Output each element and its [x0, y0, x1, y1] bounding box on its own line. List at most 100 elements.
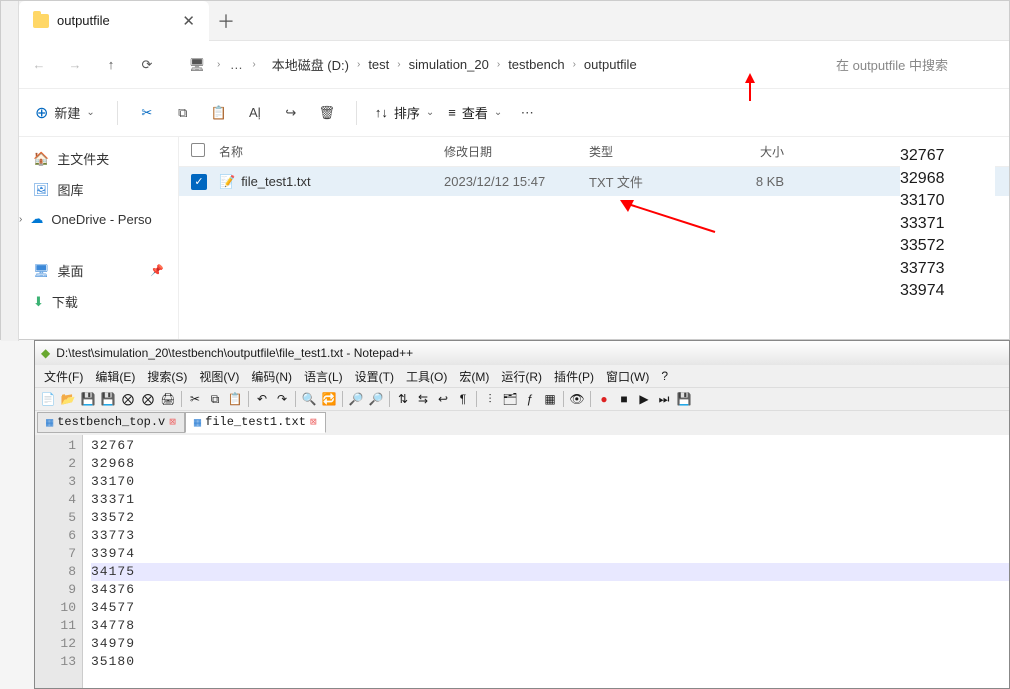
- separator: [476, 391, 477, 407]
- column-type[interactable]: 类型: [589, 143, 704, 160]
- menu-settings[interactable]: 设置(T): [350, 366, 399, 387]
- save-all-icon[interactable]: 💾: [99, 390, 117, 408]
- breadcrumb-item[interactable]: 本地磁盘 (D:): [270, 51, 351, 78]
- breadcrumb-item[interactable]: outputfile: [582, 53, 639, 76]
- copy-icon[interactable]: ⧉: [206, 390, 224, 408]
- more-options-icon[interactable]: ⋯: [510, 96, 544, 130]
- separator: [563, 391, 564, 407]
- wrap-icon[interactable]: ↩: [434, 390, 452, 408]
- monitor-icon[interactable]: 👁: [568, 390, 586, 408]
- editor-tab[interactable]: ▦ testbench_top.v ⊠: [37, 412, 185, 433]
- new-button[interactable]: ⊕ 新建 ⌄: [25, 97, 105, 129]
- select-all-checkbox[interactable]: [191, 143, 205, 157]
- code-line: 33773: [91, 527, 1009, 545]
- zoom-out-icon[interactable]: 🔎: [367, 390, 385, 408]
- menu-edit[interactable]: 编辑(E): [90, 366, 140, 387]
- menu-plugins[interactable]: 插件(P): [549, 366, 599, 387]
- column-name[interactable]: 名称: [219, 143, 444, 160]
- breadcrumb-item[interactable]: testbench: [506, 53, 566, 76]
- sync-v-icon[interactable]: ⇅: [394, 390, 412, 408]
- editor-tab-active[interactable]: ▦ file_test1.txt ⊠: [185, 412, 326, 433]
- paste-icon[interactable]: 📋: [226, 390, 244, 408]
- chevron-down-icon: ⌄: [426, 107, 434, 118]
- play-macro-icon[interactable]: ▶: [635, 390, 653, 408]
- sidebar-item-onedrive[interactable]: › ☁ OneDrive - Perso: [23, 205, 174, 233]
- cut-icon[interactable]: ✂: [130, 96, 164, 130]
- menu-help[interactable]: ?: [656, 367, 673, 385]
- column-size[interactable]: 大小: [704, 143, 784, 160]
- close-all-icon[interactable]: ⨂: [139, 390, 157, 408]
- breadcrumb-item[interactable]: test: [366, 53, 391, 76]
- separator: [248, 391, 249, 407]
- column-date[interactable]: 修改日期: [444, 143, 589, 160]
- view-button[interactable]: ≡ 查看 ⌄: [442, 103, 508, 122]
- sidebar-item-downloads[interactable]: ⬇ 下载: [23, 286, 174, 317]
- breadcrumb-item[interactable]: simulation_20: [407, 53, 491, 76]
- file-type: TXT 文件: [589, 172, 704, 191]
- indent-guide-icon[interactable]: ⫶: [481, 390, 499, 408]
- paste-icon[interactable]: 📋: [202, 96, 236, 130]
- editor-tab-label: testbench_top.v: [57, 415, 165, 429]
- close-file-icon[interactable]: ⨂: [119, 390, 137, 408]
- new-tab-button[interactable]: ＋: [209, 8, 243, 34]
- close-icon[interactable]: ✕: [182, 12, 195, 30]
- stop-macro-icon[interactable]: ■: [615, 390, 633, 408]
- save-macro-icon[interactable]: 💾: [675, 390, 693, 408]
- refresh-icon[interactable]: ⟳: [131, 49, 163, 81]
- menu-view[interactable]: 视图(V): [194, 366, 244, 387]
- record-macro-icon[interactable]: ●: [595, 390, 613, 408]
- file-explorer-window: outputfile ✕ ＋ ← → ↑ ⟳ 🖥 › … › 本地磁盘 (D:)…: [0, 0, 1010, 340]
- close-icon[interactable]: ⊠: [310, 415, 317, 429]
- explorer-toolbar: ⊕ 新建 ⌄ ✂ ⧉ 📋 Aļ ↪ 🗑 ↑↓ 排序 ⌄ ≡ 查看 ⌄ ⋯: [1, 89, 1009, 137]
- line-number: 8: [35, 563, 76, 581]
- share-icon[interactable]: ↪: [274, 96, 308, 130]
- print-icon[interactable]: 🖨: [159, 390, 177, 408]
- menu-window[interactable]: 窗口(W): [601, 366, 654, 387]
- cut-icon[interactable]: ✂: [186, 390, 204, 408]
- redo-icon[interactable]: ↷: [273, 390, 291, 408]
- menu-file[interactable]: 文件(F): [39, 366, 88, 387]
- sidebar-item-desktop[interactable]: 🖥 桌面 📌: [23, 255, 174, 286]
- show-all-icon[interactable]: ¶: [454, 390, 472, 408]
- delete-icon[interactable]: 🗑: [310, 96, 344, 130]
- up-icon[interactable]: ↑: [95, 49, 127, 81]
- more-icon[interactable]: …: [224, 49, 248, 81]
- zoom-in-icon[interactable]: 🔎: [347, 390, 365, 408]
- menu-language[interactable]: 语言(L): [299, 366, 348, 387]
- rename-icon[interactable]: Aļ: [238, 96, 272, 130]
- undo-icon[interactable]: ↶: [253, 390, 271, 408]
- explorer-tab[interactable]: outputfile ✕: [19, 1, 209, 41]
- menu-run[interactable]: 运行(R): [496, 366, 547, 387]
- replace-icon[interactable]: 🔁: [320, 390, 338, 408]
- close-icon[interactable]: ⊠: [169, 415, 176, 429]
- sidebar-item-home[interactable]: 🏠 主文件夹: [23, 143, 174, 174]
- new-file-icon[interactable]: 📄: [39, 390, 57, 408]
- search-input[interactable]: 在 outputfile 中搜索: [830, 49, 995, 81]
- sidebar-item-gallery[interactable]: 🖼 图库: [23, 174, 174, 205]
- folder-view-icon[interactable]: 🗂: [501, 390, 519, 408]
- save-icon[interactable]: 💾: [79, 390, 97, 408]
- back-icon[interactable]: ←: [23, 49, 55, 81]
- file-row[interactable]: ✓ 📝 file_test1.txt 2023/12/12 15:47 TXT …: [179, 167, 1009, 196]
- cloud-icon: ☁: [30, 211, 43, 227]
- copy-icon[interactable]: ⧉: [166, 96, 200, 130]
- npp-title-bar[interactable]: ◆ D:\test\simulation_20\testbench\output…: [35, 341, 1009, 365]
- editor-area[interactable]: 1 2 3 4 5 6 7 8 9 10 11 12 13 32767 3296…: [35, 435, 1009, 688]
- code-content[interactable]: 32767 32968 33170 33371 33572 33773 3397…: [83, 435, 1009, 688]
- monitor-icon[interactable]: 🖥: [181, 49, 213, 81]
- menu-encoding[interactable]: 编码(N): [246, 366, 297, 387]
- checkbox-icon[interactable]: ✓: [191, 174, 207, 190]
- menu-search[interactable]: 搜索(S): [142, 366, 192, 387]
- open-icon[interactable]: 📂: [59, 390, 77, 408]
- sync-h-icon[interactable]: ⇆: [414, 390, 432, 408]
- find-icon[interactable]: 🔍: [300, 390, 318, 408]
- sort-button[interactable]: ↑↓ 排序 ⌄: [369, 103, 440, 122]
- replay-macro-icon[interactable]: ⏭: [655, 390, 673, 408]
- func-list-icon[interactable]: ƒ: [521, 390, 539, 408]
- doc-map-icon[interactable]: ▦: [541, 390, 559, 408]
- menu-macro[interactable]: 宏(M): [454, 366, 494, 387]
- menu-tools[interactable]: 工具(O): [401, 366, 452, 387]
- search-placeholder: 在 outputfile 中搜索: [836, 55, 948, 74]
- forward-icon[interactable]: →: [59, 49, 91, 81]
- line-number: 7: [35, 545, 76, 563]
